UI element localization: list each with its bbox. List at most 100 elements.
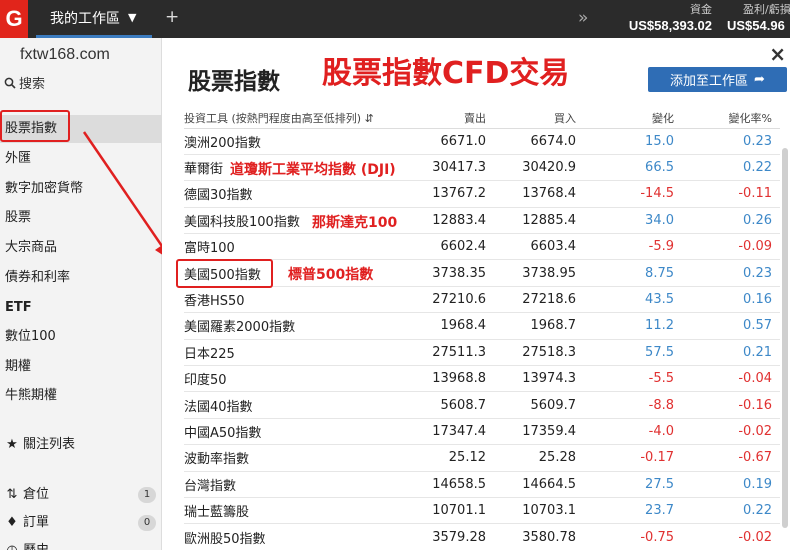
sidebar-item-stocks[interactable]: 股票: [0, 204, 162, 232]
sell-price[interactable]: 6602.4: [404, 233, 494, 261]
instrument-name[interactable]: 印度50: [184, 365, 404, 393]
column-header-change-pct[interactable]: 變化率%: [682, 108, 780, 129]
buy-price[interactable]: 6674.0: [494, 128, 584, 155]
buy-price[interactable]: 27218.6: [494, 286, 584, 314]
sell-price[interactable]: 12883.4: [404, 207, 494, 235]
search-button[interactable]: 搜索: [4, 73, 45, 92]
change-pct-value: 0.23: [682, 128, 780, 155]
table-row[interactable]: 美國羅素2000指數 1968.4 1968.7 11.2 0.57: [184, 312, 780, 340]
column-header-buy[interactable]: 買入: [494, 108, 584, 129]
sell-price[interactable]: 17347.4: [404, 418, 494, 446]
buy-price[interactable]: 1968.7: [494, 312, 584, 340]
add-tab-button[interactable]: +: [165, 7, 179, 27]
buy-price[interactable]: 27518.3: [494, 339, 584, 367]
sidebar-item-etf[interactable]: ETF: [0, 294, 162, 322]
instrument-name[interactable]: 華爾街 道瓊斯工業平均指數 (DJI): [184, 154, 404, 182]
sidebar-item-forex[interactable]: 外匯: [0, 145, 162, 173]
column-header-change[interactable]: 變化: [584, 108, 682, 129]
table-row[interactable]: 波動率指數 25.12 25.28 -0.17 -0.67: [184, 444, 780, 472]
positions-count-badge: 1: [138, 487, 156, 503]
buy-price[interactable]: 13974.3: [494, 365, 584, 393]
sell-price[interactable]: 6671.0: [404, 128, 494, 155]
buy-price[interactable]: 6603.4: [494, 233, 584, 261]
sell-price[interactable]: 14658.5: [404, 471, 494, 498]
add-to-workspace-button[interactable]: 添加至工作區 ➦: [648, 67, 787, 92]
pl-value: US$54.96: [727, 18, 785, 33]
table-row[interactable]: 澳洲200指數 6671.0 6674.0 15.0 0.23: [184, 128, 780, 155]
change-pct-value: -0.67: [682, 444, 780, 472]
table-row[interactable]: 美國500指數 標普500指數 3738.35 3738.95 8.75 0.23: [184, 259, 780, 287]
buy-price[interactable]: 25.28: [494, 444, 584, 472]
sell-price[interactable]: 10701.1: [404, 497, 494, 525]
buy-price[interactable]: 10703.1: [494, 497, 584, 525]
table-row[interactable]: 中國A50指數 17347.4 17359.4 -4.0 -0.02: [184, 418, 780, 446]
buy-price[interactable]: 14664.5: [494, 471, 584, 498]
change-pct-value: -0.09: [682, 233, 780, 261]
sell-price[interactable]: 1968.4: [404, 312, 494, 340]
change-pct-value: -0.11: [682, 180, 780, 208]
instrument-name[interactable]: 波動率指數: [184, 444, 404, 472]
sidebar-item-bonds-rates[interactable]: 債券和利率: [0, 264, 162, 292]
scrollbar-thumb[interactable]: [782, 148, 788, 528]
sidebar-item-options[interactable]: 期權: [0, 353, 162, 381]
buy-price[interactable]: 3580.78: [494, 523, 584, 550]
sidebar-item-history[interactable]: ◷ 歷史: [0, 537, 162, 550]
chevron-down-icon[interactable]: ▼: [128, 11, 136, 24]
sidebar-item-commodities[interactable]: 大宗商品: [0, 234, 162, 262]
column-header-sell[interactable]: 賣出: [404, 108, 494, 129]
buy-price[interactable]: 30420.9: [494, 154, 584, 182]
sell-price[interactable]: 3738.35: [404, 259, 494, 287]
sidebar-item-positions[interactable]: ⇅ 倉位 1: [0, 481, 162, 509]
sell-price[interactable]: 5608.7: [404, 391, 494, 419]
sidebar-item-watchlist[interactable]: ★ 關注列表: [0, 431, 162, 459]
table-row[interactable]: 台灣指數 14658.5 14664.5 27.5 0.19: [184, 471, 780, 498]
tab-my-workspace[interactable]: 我的工作區 ▼: [36, 0, 152, 38]
sell-price[interactable]: 13767.2: [404, 180, 494, 208]
sidebar-item-orders[interactable]: ♦ 訂單 0: [0, 509, 162, 537]
table-row[interactable]: 瑞士藍籌股 10701.1 10703.1 23.7 0.22: [184, 497, 780, 525]
buy-price[interactable]: 5609.7: [494, 391, 584, 419]
instrument-name[interactable]: 歐洲股50指數: [184, 523, 404, 550]
buy-price[interactable]: 17359.4: [494, 418, 584, 446]
sort-icon: ⇵: [364, 111, 374, 125]
instrument-name[interactable]: 中國A50指數: [184, 418, 404, 446]
sell-price[interactable]: 3579.28: [404, 523, 494, 550]
buy-price[interactable]: 3738.95: [494, 259, 584, 287]
instrument-name[interactable]: 法國40指數: [184, 391, 404, 419]
instrument-name[interactable]: 台灣指數: [184, 471, 404, 498]
table-row[interactable]: 印度50 13968.8 13974.3 -5.5 -0.04: [184, 365, 780, 393]
table-row[interactable]: 富時100 6602.4 6603.4 -5.9 -0.09: [184, 233, 780, 261]
sidebar-item-digital100[interactable]: 數位100: [0, 323, 162, 351]
instrument-name[interactable]: 瑞士藍籌股: [184, 497, 404, 525]
instrument-name[interactable]: 香港HS50: [184, 286, 404, 314]
double-chevron-right-icon[interactable]: »: [578, 8, 588, 28]
table-row[interactable]: 華爾街 道瓊斯工業平均指數 (DJI) 30417.3 30420.9 66.5 0.22: [184, 154, 780, 182]
sell-price[interactable]: 27511.3: [404, 339, 494, 367]
table-row[interactable]: 法國40指數 5608.7 5609.7 -8.8 -0.16: [184, 391, 780, 419]
column-header-instrument[interactable]: 投資工具 (按熱門程度由高至低排列) ⇵: [184, 108, 404, 129]
instrument-name[interactable]: 日本225: [184, 339, 404, 367]
sell-price[interactable]: 13968.8: [404, 365, 494, 393]
table-row[interactable]: 香港HS50 27210.6 27218.6 43.5 0.16: [184, 286, 780, 314]
instrument-name[interactable]: 德國30指數: [184, 180, 404, 208]
table-row[interactable]: 德國30指數 13767.2 13768.4 -14.5 -0.11: [184, 180, 780, 208]
change-pct-value: 0.26: [682, 207, 780, 235]
sell-price[interactable]: 30417.3: [404, 154, 494, 182]
table-row[interactable]: 美國科技股100指數 那斯達克100 12883.4 12885.4 34.0 0.26: [184, 207, 780, 235]
sell-price[interactable]: 27210.6: [404, 286, 494, 314]
instrument-name[interactable]: 富時100: [184, 233, 404, 261]
change-value: -0.75: [584, 523, 682, 550]
buy-price[interactable]: 12885.4: [494, 207, 584, 235]
sell-price[interactable]: 25.12: [404, 444, 494, 472]
instrument-name[interactable]: 澳洲200指數: [184, 128, 404, 155]
instrument-name[interactable]: 美國科技股100指數 那斯達克100: [184, 207, 404, 235]
instrument-name[interactable]: 美國羅素2000指數: [184, 312, 404, 340]
close-icon[interactable]: ×: [769, 42, 786, 66]
sidebar-item-knockout-options[interactable]: 牛熊期權: [0, 382, 162, 410]
sidebar-item-label: 訂單: [23, 515, 50, 530]
table-row[interactable]: 歐洲股50指數 3579.28 3580.78 -0.75 -0.02: [184, 523, 780, 550]
sidebar-item-crypto[interactable]: 數字加密貨幣: [0, 175, 162, 203]
table-row[interactable]: 日本225 27511.3 27518.3 57.5 0.21: [184, 339, 780, 367]
workspace-tab-label: 我的工作區: [50, 10, 120, 27]
buy-price[interactable]: 13768.4: [494, 180, 584, 208]
